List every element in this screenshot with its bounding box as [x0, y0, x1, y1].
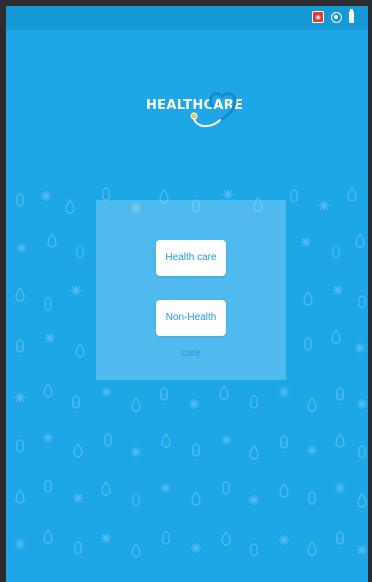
pattern-row-8 [14, 529, 368, 558]
app-screen: ◉ HEALTHCARE Health care Non-Health care [6, 6, 368, 582]
non-health-care-button[interactable]: Non-Health care [156, 300, 226, 359]
selection-card: Health care Non-Health care [96, 200, 286, 380]
healthcare-logo: HEALTHCARE [6, 76, 368, 136]
stethoscope-icon [190, 92, 237, 128]
device-frame: ◉ HEALTHCARE Health care Non-Health care [0, 0, 372, 582]
pattern-row-6 [16, 432, 366, 460]
pattern-row-7 [15, 479, 367, 508]
sync-icon [331, 11, 342, 23]
pattern-row-5 [14, 383, 368, 412]
status-icons: ◉ [312, 9, 354, 23]
battery-icon [349, 9, 354, 23]
health-care-button[interactable]: Health care [156, 240, 226, 276]
notification-icon: ◉ [312, 11, 324, 23]
status-bar: ◉ [6, 6, 368, 30]
